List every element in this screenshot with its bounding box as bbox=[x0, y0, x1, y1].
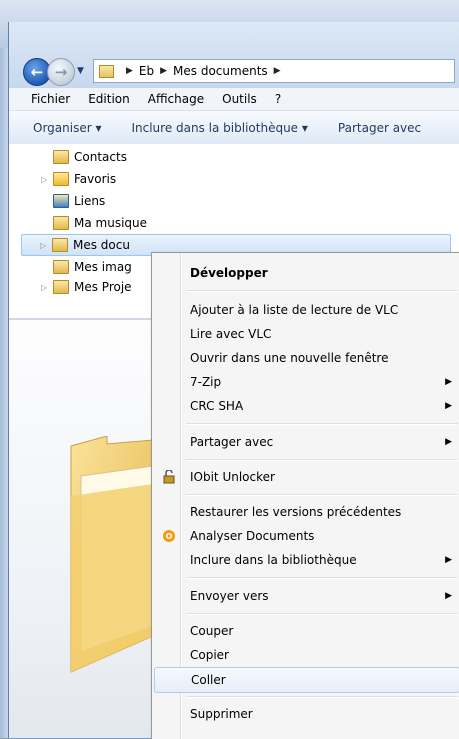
menu-item-label: Ouvrir dans une nouvelle fenêtre bbox=[190, 351, 389, 365]
menu-item-iobit-unlocker[interactable]: IObit Unlocker bbox=[154, 465, 458, 489]
menu-separator bbox=[186, 423, 458, 425]
tree-item-label: Favoris bbox=[74, 172, 117, 186]
menu-item-label: Ajouter à la liste de lecture de VLC bbox=[190, 303, 399, 317]
tree-item-liens[interactable]: Liens bbox=[53, 190, 105, 212]
breadcrumb-arrow-icon[interactable]: ▶ bbox=[160, 66, 167, 76]
menu-item-cut[interactable]: Couper bbox=[154, 619, 458, 643]
contacts-folder-icon bbox=[53, 150, 69, 164]
menu-item-label: CRC SHA bbox=[190, 399, 244, 413]
submenu-arrow-icon: ▶ bbox=[445, 377, 452, 387]
menu-help[interactable]: ? bbox=[275, 92, 281, 106]
include-library-button[interactable]: Inclure dans la bibliothèque ▾ bbox=[131, 121, 307, 135]
expand-arrow-icon[interactable]: ▷ bbox=[40, 241, 50, 250]
breadcrumb-mes-documents[interactable]: Mes documents bbox=[173, 64, 268, 78]
tree-item-label: Ma musique bbox=[74, 216, 148, 230]
menu-separator bbox=[186, 494, 458, 496]
menu-item-share-with[interactable]: Partager avec ▶ bbox=[154, 430, 458, 454]
navigation-frame: ← → ▼ ▶ Eb ▶ Mes documents ▶ bbox=[9, 22, 459, 88]
menu-item-copy[interactable]: Copier bbox=[154, 643, 458, 667]
links-folder-icon bbox=[53, 194, 69, 208]
menu-item-label: Partager avec bbox=[190, 435, 274, 449]
menu-item-label: Coller bbox=[191, 673, 226, 687]
organize-button[interactable]: Organiser ▾ bbox=[33, 121, 101, 135]
music-folder-icon bbox=[53, 216, 69, 230]
menu-item-label: Envoyer vers bbox=[190, 589, 269, 603]
menu-separator bbox=[186, 290, 458, 292]
menu-item-paste[interactable]: Coller bbox=[154, 667, 459, 693]
documents-folder-icon bbox=[52, 238, 68, 252]
window-border bbox=[0, 48, 8, 738]
pictures-folder-icon bbox=[53, 260, 69, 274]
menu-affichage[interactable]: Affichage bbox=[148, 92, 204, 106]
menu-item-7zip[interactable]: 7-Zip ▶ bbox=[154, 370, 458, 394]
breadcrumb-arrow-icon[interactable]: ▶ bbox=[274, 66, 281, 76]
menu-item-crc-sha[interactable]: CRC SHA ▶ bbox=[154, 394, 458, 418]
menu-item-restore-previous[interactable]: Restaurer les versions précédentes bbox=[154, 500, 458, 524]
favorites-star-icon bbox=[53, 172, 69, 186]
menu-item-vlc-add-playlist[interactable]: Ajouter à la liste de lecture de VLC bbox=[154, 298, 458, 322]
command-bar: Organiser ▾ Inclure dans la bibliothèque… bbox=[9, 111, 459, 145]
tree-item-label: Liens bbox=[74, 194, 106, 208]
context-menu: Développer Ajouter à la liste de lecture… bbox=[151, 252, 459, 739]
breadcrumb-arrow-icon[interactable]: ▶ bbox=[126, 66, 133, 76]
tree-item-label: Mes docu bbox=[73, 238, 130, 252]
share-with-button[interactable]: Partager avec bbox=[338, 121, 421, 135]
forward-button[interactable]: → bbox=[47, 58, 75, 86]
menu-item-analyze-documents[interactable]: Analyser Documents bbox=[154, 524, 458, 548]
large-folder-icon bbox=[70, 436, 153, 673]
tree-item-label: Mes Proje bbox=[74, 280, 132, 294]
tree-item-label: Contacts bbox=[74, 150, 127, 164]
submenu-arrow-icon: ▶ bbox=[445, 555, 452, 565]
menu-fichier[interactable]: Fichier bbox=[31, 92, 70, 106]
menu-item-vlc-play[interactable]: Lire avec VLC bbox=[154, 322, 458, 346]
tree-item-ma-musique[interactable]: Ma musique bbox=[53, 212, 147, 234]
tree-item-mes-projets[interactable]: ▷ Mes Proje bbox=[41, 278, 132, 296]
menu-item-open-new-window[interactable]: Ouvrir dans une nouvelle fenêtre bbox=[154, 346, 458, 370]
menu-separator bbox=[186, 613, 458, 615]
menu-item-label: Couper bbox=[190, 624, 234, 638]
expand-arrow-icon[interactable]: ▷ bbox=[41, 175, 51, 184]
tree-item-mes-images[interactable]: Mes imag bbox=[53, 256, 132, 278]
submenu-arrow-icon: ▶ bbox=[445, 437, 452, 447]
menu-item-label: Lire avec VLC bbox=[190, 327, 272, 341]
lock-icon bbox=[161, 469, 177, 485]
menu-bar: Fichier Edition Affichage Outils ? bbox=[9, 88, 459, 111]
menu-item-label: Analyser Documents bbox=[190, 529, 315, 543]
menu-separator bbox=[186, 459, 458, 461]
menu-item-label: Développer bbox=[190, 266, 268, 280]
tree-item-contacts[interactable]: Contacts bbox=[53, 146, 127, 168]
menu-item-label: Inclure dans la bibliothèque bbox=[190, 553, 357, 567]
menu-item-send-to[interactable]: Envoyer vers ▶ bbox=[154, 584, 458, 608]
menu-edition[interactable]: Edition bbox=[88, 92, 130, 106]
menu-item-label: IObit Unlocker bbox=[190, 470, 275, 484]
menu-item-include-library[interactable]: Inclure dans la bibliothèque ▶ bbox=[154, 548, 458, 572]
arrow-left-icon: ← bbox=[30, 63, 44, 81]
arrow-right-icon: → bbox=[54, 63, 68, 81]
menu-outils[interactable]: Outils bbox=[222, 92, 257, 106]
submenu-arrow-icon: ▶ bbox=[445, 591, 452, 601]
menu-item-label: Copier bbox=[190, 648, 229, 662]
projects-folder-icon bbox=[53, 280, 69, 294]
menu-item-label: 7-Zip bbox=[190, 375, 222, 389]
menu-separator bbox=[186, 696, 458, 698]
folder-icon bbox=[99, 64, 114, 78]
recent-pages-dropdown[interactable]: ▼ bbox=[77, 66, 84, 76]
menu-item-developper[interactable]: Développer bbox=[154, 261, 458, 285]
tree-item-favoris[interactable]: ▷ Favoris bbox=[41, 168, 116, 190]
expand-arrow-icon[interactable]: ▷ bbox=[41, 283, 51, 292]
breadcrumb-eb[interactable]: Eb bbox=[139, 64, 154, 78]
submenu-arrow-icon: ▶ bbox=[445, 401, 452, 411]
menu-separator bbox=[186, 577, 458, 579]
menu-item-label: Supprimer bbox=[190, 707, 253, 721]
address-bar[interactable]: ▶ Eb ▶ Mes documents ▶ bbox=[93, 59, 455, 83]
tree-item-label: Mes imag bbox=[74, 260, 132, 274]
menu-item-delete[interactable]: Supprimer bbox=[154, 702, 458, 726]
menu-item-label: Restaurer les versions précédentes bbox=[190, 505, 402, 519]
orange-circle-icon bbox=[161, 528, 177, 544]
